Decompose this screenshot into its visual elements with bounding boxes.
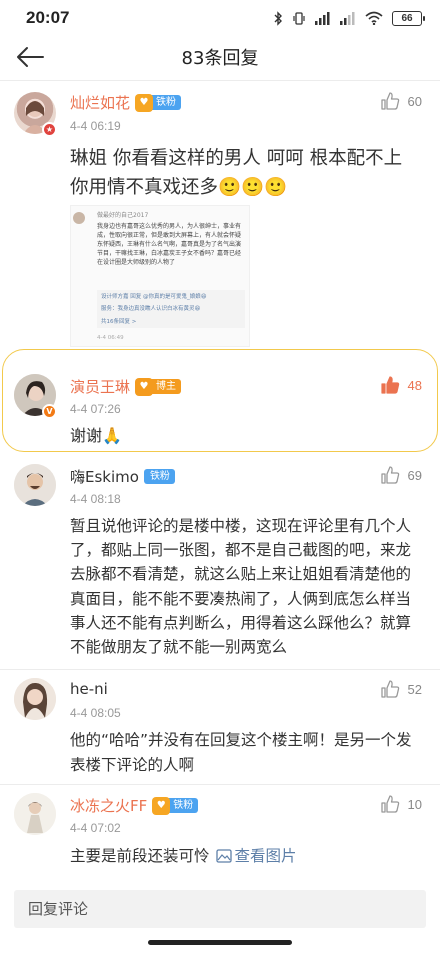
comment-text: 主要是前段还装可怜: [70, 847, 210, 865]
avatar: [73, 212, 85, 224]
commenter-name[interactable]: 嗨Eskimo: [70, 466, 139, 487]
name-row: 演员王琳 ♥ 博主: [70, 376, 182, 397]
name-row: he-ni: [70, 680, 108, 698]
view-image-link[interactable]: 查看图片: [215, 845, 297, 867]
thumbs-up-icon: [380, 376, 399, 394]
embedded-reply: 设计师方嘉 回复 @你真的是可爱鬼_娘娘😄: [101, 294, 207, 300]
commenter-name[interactable]: he-ni: [70, 680, 108, 698]
comment-time: 4-4 07:26: [70, 402, 121, 416]
vibrate-icon: [293, 11, 305, 25]
blogger-badge-label: 博主: [150, 379, 182, 394]
fan-badge-label: 铁粉: [143, 469, 175, 484]
status-time: 20:07: [26, 8, 70, 27]
home-indicator: [148, 940, 292, 945]
signal-icon: [315, 11, 330, 25]
back-arrow-icon: [17, 47, 44, 67]
comment-item: 嗨Eskimo 铁粉 4-4 08:18 69 暂且说他评论的是楼中楼，这现在评…: [0, 456, 440, 670]
avatar[interactable]: [14, 464, 56, 506]
embedded-screenshot[interactable]: 做最好的自己2017 我身边也有嘉哥这么优秀的男人，为人很绅士，事业有成，性取向…: [70, 205, 250, 347]
comment-text: 暂且说他评论的是楼中楼，这现在评论里有几个人了，都贴上同一张图，都不是自己截图的…: [70, 517, 412, 657]
like-button[interactable]: 60: [380, 92, 422, 110]
reply-bar: [0, 886, 440, 953]
like-button[interactable]: 69: [380, 466, 422, 484]
like-button[interactable]: 48: [380, 376, 422, 394]
fan-badge: ♥ 铁粉: [152, 796, 199, 815]
fan-badge: 铁粉: [143, 468, 175, 486]
embedded-body: 我身边也有嘉哥这么优秀的男人，为人很绅士，事业有成，性取向很正常，但是敢到大屏幕…: [97, 223, 242, 266]
image-icon: [215, 849, 232, 863]
fan-badge-label: 铁粉: [167, 798, 199, 813]
battery-icon: 66: [392, 10, 425, 26]
like-count: 10: [407, 796, 422, 812]
comment-text: 谢谢🙏: [70, 426, 122, 445]
comment-item: ★ 灿烂如花 ♥ 铁粉 4-4 06:19 60 琳姐 你看看这样的男人 呵呵 …: [0, 80, 440, 360]
comment-time: 4-4 08:05: [70, 706, 121, 720]
name-row: 冰冻之火FF ♥ 铁粉: [70, 795, 199, 816]
wifi-icon: [365, 11, 383, 25]
blogger-badge: ♥ 博主: [135, 377, 182, 396]
back-button[interactable]: [12, 39, 48, 75]
like-count: 52: [407, 681, 422, 697]
commenter-name[interactable]: 灿烂如花: [70, 92, 130, 113]
signal-icon: [340, 11, 355, 25]
heart-icon: ♥: [152, 796, 171, 815]
reply-input[interactable]: [14, 890, 426, 928]
heart-icon: ♥: [135, 93, 154, 112]
page-title: 83条回复: [181, 48, 259, 69]
bluetooth-icon: [274, 10, 282, 26]
avatar[interactable]: [14, 678, 56, 720]
like-count: 48: [407, 377, 422, 393]
name-row: 嗨Eskimo 铁粉: [70, 466, 175, 487]
view-image-label: 查看图片: [234, 847, 297, 865]
embedded-replies: 设计师方嘉 回复 @你真的是可爱鬼_娘娘😄 服务：我身边真没瞧人认识白冰有黄灵😄…: [97, 290, 245, 328]
commenter-name[interactable]: 演员王琳: [70, 376, 130, 397]
comment-text: 琳姐 你看看这样的男人 呵呵 根本配不上你用情不真戏还多🙂🙂🙂: [70, 148, 403, 198]
embedded-author: 做最好的自己2017: [97, 212, 149, 219]
commenter-name[interactable]: 冰冻之火FF: [70, 795, 147, 816]
embedded-reply-count: 共16条回复 >: [101, 318, 137, 325]
like-button[interactable]: 52: [380, 680, 422, 698]
avatar-image: [14, 793, 56, 835]
thumbs-up-icon: [380, 466, 399, 484]
thumbs-up-icon: [380, 795, 399, 813]
comment-time: 4-4 08:18: [70, 492, 121, 506]
avatar-image: [14, 464, 56, 506]
embedded-time: 4-4 06:49: [97, 335, 124, 341]
nav-bar: 83条回复: [0, 36, 440, 78]
avatar[interactable]: [14, 793, 56, 835]
verified-badge-icon: ★: [42, 122, 57, 137]
comment-time: 4-4 06:19: [70, 119, 121, 133]
fan-badge: ♥ 铁粉: [135, 93, 182, 112]
verified-badge-icon: V: [42, 404, 57, 419]
thumbs-up-icon: [380, 92, 399, 110]
like-count: 69: [407, 467, 422, 483]
status-icons: 66: [273, 10, 425, 26]
like-count: 60: [407, 93, 422, 109]
name-row: 灿烂如花 ♥ 铁粉: [70, 92, 182, 113]
heart-icon: ♥: [135, 377, 154, 396]
comment-item: he-ni 4-4 08:05 52 他的“哈哈”并没有在回复这个楼主啊！是另一…: [0, 670, 440, 784]
like-button[interactable]: 10: [380, 795, 422, 813]
fan-badge-label: 铁粉: [150, 95, 182, 110]
avatar-image: [14, 678, 56, 720]
status-bar: 20:07 66: [0, 0, 440, 36]
embedded-reply: 服务：我身边真没瞧人认识白冰有黄灵😄: [101, 306, 201, 313]
comment-time: 4-4 07:02: [70, 821, 121, 835]
thumbs-up-icon: [380, 680, 399, 698]
comment-item: V 演员王琳 ♥ 博主 4-4 07:26 48 谢谢🙏: [0, 360, 440, 456]
comment-text-row: 主要是前段还装可怜 查看图片: [70, 845, 416, 867]
comment-text: 他的“哈哈”并没有在回复这个楼主啊！是另一个发表楼下评论的人啊: [70, 731, 412, 774]
comment-item: 冰冻之火FF ♥ 铁粉 4-4 07:02 10 主要是前段还装可怜 查看图片: [0, 785, 440, 885]
